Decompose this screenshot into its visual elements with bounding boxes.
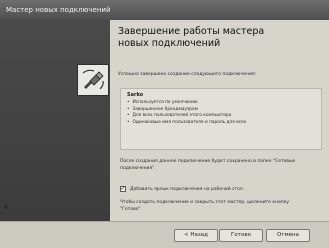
network-connection-wizard-icon — [77, 64, 109, 96]
desktop-shortcut-option[interactable]: ✓ Добавить ярлык подключения на рабочий … — [120, 186, 243, 192]
wizard-window: Мастер новых подключений Завершение рабо… — [0, 0, 329, 248]
margin-mark: 4 — [4, 204, 8, 211]
heading-line-1: Завершение работы мастера — [118, 26, 265, 37]
list-item: Для всех пользователей этого компьютера — [127, 113, 246, 120]
finish-button[interactable]: Готово — [219, 229, 263, 242]
intro-text: Успешно завершено создание следующего по… — [118, 72, 257, 77]
wizard-side-panel — [0, 20, 110, 221]
window-title: Мастер новых подключений — [6, 6, 111, 14]
heading-line-2: новых подключений — [118, 37, 221, 49]
desktop-shortcut-label[interactable]: Добавить ярлык подключения на рабочий ст… — [130, 187, 243, 192]
cancel-button[interactable]: Отмена — [266, 229, 310, 242]
wizard-heading: Завершение работы мастера новых подключе… — [118, 26, 323, 49]
list-item: Используется по умолчанию — [127, 100, 246, 107]
wizard-button-bar: < Назад Готово Отмена — [0, 221, 329, 248]
finish-instruction: Чтобы создать подключение и закрыть этот… — [120, 200, 290, 212]
connection-properties-list: Используется по умолчанию Завершенное бр… — [127, 100, 247, 127]
wizard-content: Завершение работы мастера новых подключе… — [110, 20, 329, 221]
connection-name: Sarko — [127, 92, 144, 98]
back-button[interactable]: < Назад — [174, 229, 218, 242]
desktop-shortcut-checkbox[interactable]: ✓ — [120, 186, 126, 192]
window-titlebar[interactable]: Мастер новых подключений — [0, 0, 329, 20]
list-item: Одинаковые имя пользователя и пароль для… — [127, 120, 247, 127]
connection-summary-box: Sarko Используется по умолчанию Завершен… — [120, 88, 322, 150]
saved-folder-note: После создания данное подключение будет … — [120, 159, 296, 171]
